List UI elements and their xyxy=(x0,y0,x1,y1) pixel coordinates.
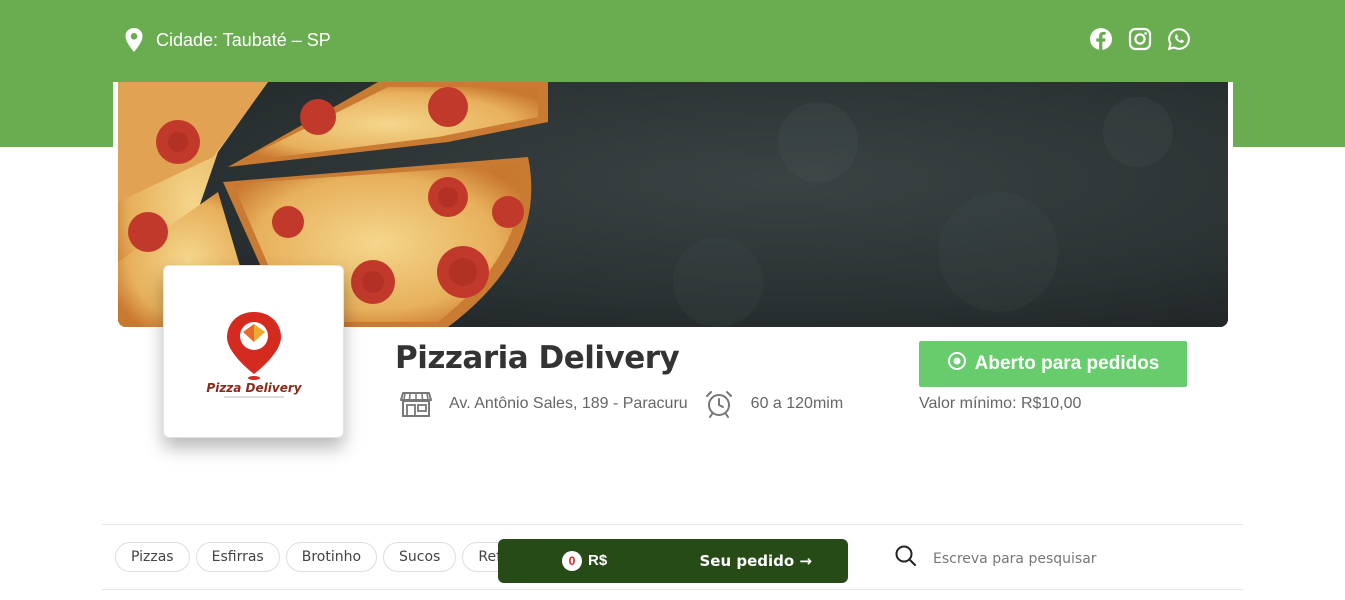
store-logo-card: Pizza Delivery xyxy=(163,265,344,438)
category-pill-pizzas[interactable]: Pizzas xyxy=(115,542,190,572)
search-input[interactable] xyxy=(933,550,1193,567)
storefront-icon xyxy=(400,390,432,418)
alarm-clock-icon xyxy=(704,389,734,419)
open-status-label: Aberto para pedidos xyxy=(974,353,1160,374)
category-pill-brotinho[interactable]: Brotinho xyxy=(285,542,378,572)
search-bar xyxy=(895,545,1193,572)
view-order-button[interactable]: Seu pedido → xyxy=(700,552,813,570)
cart-total: R$ xyxy=(588,552,608,569)
instagram-icon[interactable] xyxy=(1128,27,1152,51)
delivery-time: 60 a 120mim xyxy=(750,395,844,412)
svg-text:Pizza Delivery: Pizza Delivery xyxy=(206,381,302,395)
category-pills: Pizzas Esfirras Brotinho Sucos Refrigera… xyxy=(115,542,513,572)
category-pill-esfirras[interactable]: Esfirras xyxy=(195,542,280,572)
radio-dot-icon xyxy=(947,351,967,377)
map-pin-icon xyxy=(124,27,144,53)
store-address: Av. Antônio Sales, 189 - Paracuru xyxy=(449,395,688,412)
store-name: Pizzaria Delivery xyxy=(395,340,680,376)
store-meta: Av. Antônio Sales, 189 - Paracuru 60 a 1… xyxy=(400,389,843,419)
open-status-button[interactable]: Aberto para pedidos xyxy=(919,341,1187,387)
cart-count-badge: 0 xyxy=(562,551,582,571)
facebook-icon[interactable] xyxy=(1089,27,1113,51)
pizza-delivery-logo: Pizza Delivery xyxy=(206,311,302,397)
city-selector[interactable]: Cidade: Taubaté – SP xyxy=(124,27,331,53)
city-label: Cidade: Taubaté – SP xyxy=(156,29,331,50)
social-links xyxy=(1089,27,1191,51)
whatsapp-icon[interactable] xyxy=(1167,27,1191,51)
category-pill-sucos[interactable]: Sucos xyxy=(383,542,457,572)
cart-bar[interactable]: 0 R$ Seu pedido → xyxy=(498,539,848,583)
search-icon[interactable] xyxy=(895,545,917,572)
minimum-order-value: Valor mínimo: R$10,00 xyxy=(919,395,1082,412)
